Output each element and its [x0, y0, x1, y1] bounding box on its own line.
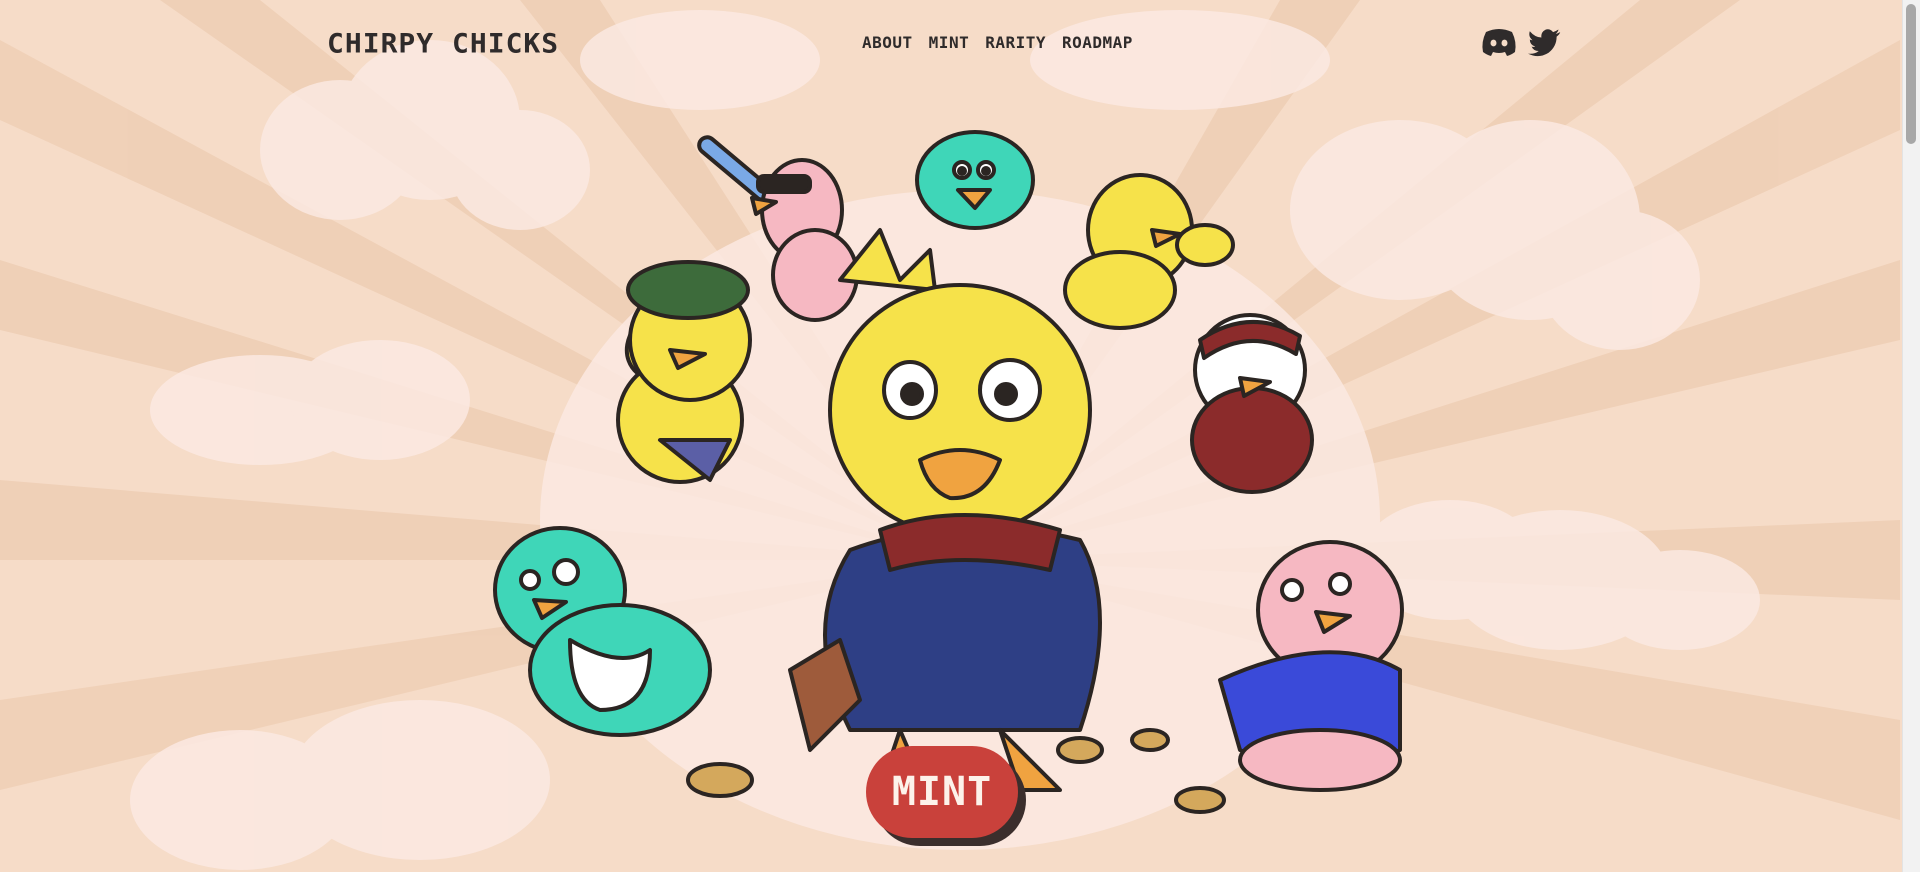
nav-menu: About Mint Rarity Roadmap — [862, 33, 1133, 52]
teal-bib-chick — [493, 526, 712, 737]
page-scrollbar[interactable] — [1902, 0, 1920, 872]
twitter-icon[interactable] — [1528, 26, 1566, 58]
nav-link-rarity[interactable]: Rarity — [985, 33, 1046, 52]
top-navigation: Chirpy Chicks About Mint Rarity Roadmap — [0, 0, 1902, 90]
site-logo[interactable]: Chirpy Chicks — [327, 28, 559, 59]
white-headband-chick — [1190, 313, 1314, 494]
chicks-artwork — [493, 130, 1404, 814]
pink-sweater-chick — [1218, 540, 1404, 792]
social-links — [1480, 26, 1566, 58]
nav-link-mint[interactable]: Mint — [929, 33, 970, 52]
nav-link-roadmap[interactable]: Roadmap — [1062, 33, 1133, 52]
yellow-punching-chick — [1063, 173, 1235, 330]
teal-top-chick — [915, 130, 1035, 230]
green-beret-chick — [616, 260, 752, 484]
scrollbar-thumb[interactable] — [1906, 4, 1916, 144]
discord-icon[interactable] — [1480, 26, 1518, 58]
nav-link-about[interactable]: About — [862, 33, 913, 52]
mint-button[interactable]: Mint — [866, 746, 1018, 838]
